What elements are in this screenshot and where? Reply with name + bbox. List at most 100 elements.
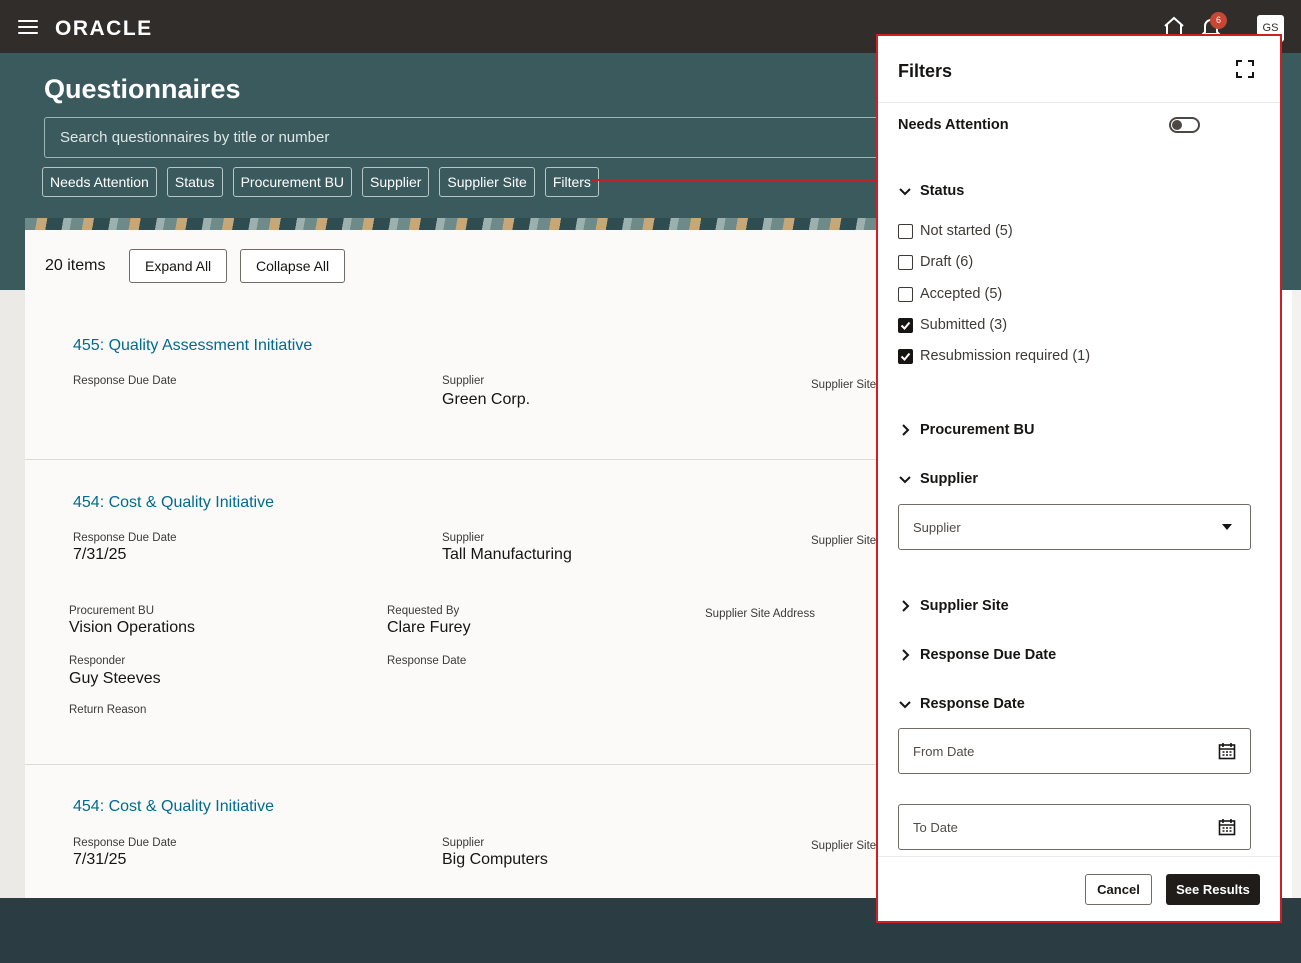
checkbox-label: Submitted (3)	[920, 317, 1008, 333]
from-date-input[interactable]: From Date	[898, 728, 1251, 774]
response-due-date-section-label: Response Due Date	[920, 647, 1057, 663]
drawer-footer: Cancel See Results	[878, 856, 1280, 921]
response-date-section-label: Response Date	[920, 696, 1025, 712]
response-due-date-label: Response Due Date	[73, 532, 177, 544]
checkbox-checked[interactable]	[898, 348, 913, 364]
notification-count-badge: 6	[1210, 12, 1227, 29]
supplier-site-label: Supplier Site	[811, 535, 877, 547]
chip-filters[interactable]: Filters	[544, 167, 599, 197]
procurement-bu-section-header[interactable]: Procurement BU	[898, 419, 1034, 441]
see-results-button[interactable]: See Results	[1166, 874, 1260, 905]
checkbox[interactable]	[898, 254, 913, 270]
list-item: 454: Cost & Quality Initiative Response …	[25, 765, 880, 898]
checkbox-label: Draft (6)	[920, 254, 974, 270]
chevron-down-icon	[899, 188, 911, 196]
supplier-value: Tall Manufacturing	[442, 546, 572, 563]
supplier-site-label: Supplier Site	[811, 840, 877, 852]
chip-supplier[interactable]: Supplier	[362, 167, 430, 197]
supplier-section-label: Supplier	[920, 471, 979, 487]
supplier-section-header[interactable]: Supplier	[898, 468, 978, 490]
filter-chip-bar: Needs Attention Status Procurement BU Su…	[42, 167, 599, 197]
supplier-label: Supplier	[442, 837, 485, 849]
toggle-knob	[1172, 120, 1182, 130]
supplier-label: Supplier	[442, 375, 485, 387]
response-due-date-label: Response Due Date	[73, 375, 177, 387]
divider	[878, 102, 1280, 103]
checkbox-label: Accepted (5)	[920, 286, 1003, 302]
response-due-date-label: Response Due Date	[73, 837, 177, 849]
filters-title: Filters	[898, 61, 953, 81]
items-count: 20 items	[45, 257, 106, 274]
return-reason-label: Return Reason	[69, 704, 147, 716]
status-section-label: Status	[920, 183, 965, 199]
supplier-select-placeholder: Supplier	[913, 520, 961, 535]
check-icon	[900, 321, 911, 330]
to-date-placeholder: To Date	[913, 820, 958, 835]
list-toolbar: 20 items Expand All Collapse All	[25, 230, 880, 300]
checkbox[interactable]	[898, 223, 913, 239]
response-due-date-value: 7/31/25	[73, 851, 127, 868]
chevron-down-icon	[899, 701, 911, 709]
expand-all-button[interactable]: Expand All	[129, 249, 228, 283]
status-option-accepted[interactable]: Accepted (5)	[898, 284, 1002, 304]
status-option-not-started[interactable]: Not started (5)	[898, 221, 1013, 241]
checkbox[interactable]	[898, 286, 913, 302]
supplier-select[interactable]: Supplier	[898, 504, 1251, 550]
to-date-input[interactable]: To Date	[898, 804, 1251, 850]
cancel-button[interactable]: Cancel	[1085, 874, 1152, 905]
chevron-right-icon	[902, 424, 910, 436]
calendar-icon[interactable]	[1218, 742, 1236, 760]
callout-connector-line	[592, 179, 877, 181]
responder-value: Guy Steeves	[69, 670, 161, 687]
fullscreen-icon[interactable]	[1236, 60, 1254, 78]
chevron-right-icon	[902, 600, 910, 612]
supplier-site-address-label: Supplier Site Address	[705, 608, 815, 620]
chevron-right-icon	[902, 649, 910, 661]
procurement-bu-label: Procurement BU	[69, 605, 155, 617]
questionnaire-title-link[interactable]: 454: Cost & Quality Initiative	[73, 798, 274, 816]
questionnaire-title-link[interactable]: 454: Cost & Quality Initiative	[73, 494, 274, 512]
checkbox-label: Resubmission required (1)	[920, 348, 1091, 364]
list-item: 455: Quality Assessment Initiative Respo…	[25, 300, 880, 460]
supplier-value: Green Corp.	[442, 391, 531, 408]
needs-attention-toggle[interactable]	[1169, 117, 1200, 133]
status-section-header[interactable]: Status	[898, 180, 964, 202]
supplier-site-section-header[interactable]: Supplier Site	[898, 595, 1009, 617]
scrollbar-track[interactable]	[1292, 290, 1301, 898]
page-title: Questionnaires	[44, 74, 241, 104]
status-option-resubmission-required[interactable]: Resubmission required (1)	[898, 346, 1090, 366]
chip-needs-attention[interactable]: Needs Attention	[42, 167, 157, 197]
procurement-bu-section-label: Procurement BU	[920, 422, 1035, 438]
results-list: 20 items Expand All Collapse All 455: Qu…	[25, 230, 880, 898]
needs-attention-label: Needs Attention	[898, 117, 1009, 133]
checkbox-checked[interactable]	[898, 317, 913, 333]
check-icon	[900, 352, 911, 361]
chip-status[interactable]: Status	[166, 167, 223, 197]
response-date-label: Response Date	[387, 655, 467, 667]
chip-procurement-bu[interactable]: Procurement BU	[232, 167, 353, 197]
supplier-value: Big Computers	[442, 851, 548, 868]
chip-supplier-site[interactable]: Supplier Site	[439, 167, 535, 197]
collapse-all-button[interactable]: Collapse All	[240, 249, 346, 283]
filters-drawer: Filters Needs Attention Status Not start…	[876, 34, 1282, 923]
response-date-section-header[interactable]: Response Date	[898, 693, 1025, 715]
requested-by-value: Clare Furey	[387, 619, 471, 636]
search-input[interactable]: Search questionnaires by title or number	[44, 117, 904, 158]
response-due-date-section-header[interactable]: Response Due Date	[898, 644, 1056, 666]
from-date-placeholder: From Date	[913, 744, 975, 759]
calendar-icon[interactable]	[1218, 818, 1236, 836]
supplier-site-section-label: Supplier Site	[920, 598, 1009, 614]
chevron-down-icon	[899, 476, 911, 484]
checkbox-label: Not started (5)	[920, 223, 1013, 239]
left-gutter	[0, 290, 25, 898]
status-option-draft[interactable]: Draft (6)	[898, 252, 973, 272]
questionnaire-title-link[interactable]: 455: Quality Assessment Initiative	[73, 337, 312, 355]
supplier-label: Supplier	[442, 532, 485, 544]
status-option-submitted[interactable]: Submitted (3)	[898, 315, 1007, 335]
responder-label: Responder	[69, 655, 126, 667]
list-item: 454: Cost & Quality Initiative Response …	[25, 460, 880, 765]
response-due-date-value: 7/31/25	[73, 546, 127, 563]
dropdown-caret-icon	[1222, 524, 1232, 530]
menu-icon[interactable]	[18, 20, 38, 36]
requested-by-label: Requested By	[387, 605, 460, 617]
